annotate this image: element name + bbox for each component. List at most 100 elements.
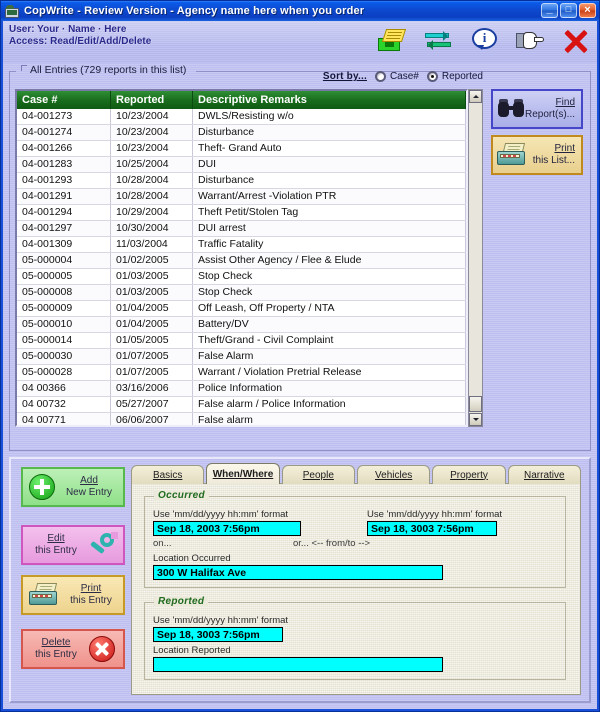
- table-row[interactable]: 04-001293 10/28/2004 Disturbance: [17, 172, 466, 189]
- close-x-icon[interactable]: [561, 25, 591, 57]
- printer-icon: [29, 583, 59, 607]
- cell-remarks: DUI: [192, 156, 466, 173]
- tab-when-where[interactable]: When/Where: [206, 463, 280, 484]
- edit-this-entry-button[interactable]: Edit this Entry: [21, 525, 125, 565]
- tab-strip: Basics When/Where People Vehicles Property Na…: [131, 463, 581, 484]
- table-row[interactable]: 04 00771 06/06/2007 False alarm: [17, 412, 466, 425]
- table-row[interactable]: 04-001283 10/25/2004 DUI: [17, 156, 466, 173]
- entries-table-container[interactable]: Case # Reported Descriptive Remarks 04-0…: [15, 89, 468, 427]
- print-this-entry-button[interactable]: Print this Entry: [21, 575, 125, 615]
- occurred-from-hint: Use 'mm/dd/yyyy hh:mm' format: [153, 509, 289, 520]
- occurred-to-input[interactable]: Sep 18, 3003 7:56pm: [367, 521, 497, 536]
- table-row[interactable]: 04-001309 11/03/2004 Traffic Fatality: [17, 236, 466, 253]
- sort-by-row: Sort by... Case# Reported: [323, 71, 483, 82]
- table-row[interactable]: 04-001273 10/23/2004 DWLS/Resisting w/o: [17, 109, 466, 125]
- table-row[interactable]: 04-001266 10/23/2004 Theft- Grand Auto: [17, 140, 466, 157]
- window-title: CopWrite - Review Version - Agency name …: [24, 5, 365, 17]
- table-row[interactable]: 05-000008 01/03/2005 Stop Check: [17, 284, 466, 301]
- minimize-icon: _: [546, 3, 553, 15]
- reported-datetime-input[interactable]: Sep 18, 3003 7:56pm: [153, 627, 283, 642]
- delete-x-circle-icon: [89, 636, 115, 662]
- cell-case: 04-001294: [17, 204, 111, 221]
- entries-scrollbar[interactable]: [468, 89, 483, 427]
- add-new-entry-button[interactable]: Add New Entry: [21, 467, 125, 507]
- entries-table-body: 04-001273 10/23/2004 DWLS/Resisting w/o 04-…: [17, 109, 466, 425]
- table-row[interactable]: 05-000009 01/04/2005 Off Leash, Off Proper…: [17, 300, 466, 317]
- close-icon: ×: [584, 4, 591, 16]
- cell-remarks: DWLS/Resisting w/o: [192, 109, 466, 125]
- swap-arrows-icon[interactable]: [423, 25, 453, 57]
- find-reports-button[interactable]: Find Report(s)...: [491, 89, 583, 129]
- reported-legend: Reported: [154, 596, 209, 607]
- minimize-button[interactable]: _: [541, 3, 558, 18]
- cell-reported: 10/28/2004: [110, 172, 193, 189]
- table-row[interactable]: 05-000004 01/02/2005 Assist Other Agency /…: [17, 252, 466, 269]
- tab-label: Narrative: [524, 469, 565, 481]
- cell-remarks: Theft- Grand Auto: [192, 140, 466, 157]
- occurred-to-hint: Use 'mm/dd/yyyy hh:mm' format: [367, 509, 503, 520]
- cell-case: 05-000028: [17, 364, 111, 381]
- print-this-list-button[interactable]: Print this List...: [491, 135, 583, 175]
- edit-entry-line2: this Entry: [35, 545, 77, 556]
- plus-circle-icon: [29, 474, 55, 500]
- table-row[interactable]: 05-000005 01/03/2005 Stop Check: [17, 268, 466, 285]
- occurred-or-fromto-label: or... <-- from/to -->: [293, 538, 371, 549]
- cell-remarks: Off Leash, Off Property / NTA: [192, 300, 466, 317]
- tab-basics[interactable]: Basics: [131, 465, 205, 484]
- find-reports-line2: Report(s)...: [524, 109, 575, 120]
- app-header: User: Your · Name · Here Access: Read/Ed…: [1, 21, 599, 63]
- table-row[interactable]: 05-000010 01/04/2005 Battery/DV: [17, 316, 466, 333]
- sort-radio-reported-label: Reported: [441, 71, 483, 82]
- cell-reported: 10/23/2004: [110, 109, 193, 125]
- column-header-reported[interactable]: Reported: [110, 91, 193, 109]
- print-list-line2: this List...: [532, 155, 575, 166]
- tab-property[interactable]: Property: [432, 465, 506, 484]
- occurred-on-label: on...: [153, 538, 172, 549]
- table-row[interactable]: 04 00732 05/27/2007 False alarm / Police I…: [17, 396, 466, 413]
- tab-label: Property: [450, 469, 488, 481]
- sort-radio-case[interactable]: Case#: [374, 71, 419, 82]
- tab-panel-when-where: Occurred Use 'mm/dd/yyyy hh:mm' format S…: [131, 483, 581, 695]
- print-entry-line1: Print: [80, 583, 102, 594]
- sort-radio-reported[interactable]: Reported: [426, 71, 483, 82]
- cell-reported: 01/03/2005: [110, 284, 193, 301]
- detail-panel: Add New Entry Edit this Entry Print this…: [9, 457, 591, 703]
- tab-label: Basics: [152, 469, 183, 481]
- cell-case: 05-000005: [17, 268, 111, 285]
- occurred-from-input[interactable]: Sep 18, 2003 7:56pm: [153, 521, 301, 536]
- location-occurred-input[interactable]: 300 W Halifax Ave: [153, 565, 443, 580]
- table-row[interactable]: 05-000014 01/05/2005 Theft/Grand - Civil C…: [17, 332, 466, 349]
- scroll-down-button[interactable]: [469, 413, 482, 426]
- table-row[interactable]: 05-000028 01/07/2005 Warrant / Violation P…: [17, 364, 466, 381]
- money-order-icon[interactable]: [377, 25, 407, 57]
- tab-vehicles[interactable]: Vehicles: [356, 465, 431, 484]
- cell-remarks: False alarm: [192, 412, 466, 425]
- scrollbar-thumb[interactable]: [469, 396, 482, 412]
- close-button[interactable]: ×: [579, 3, 596, 18]
- info-icon[interactable]: i: [469, 25, 499, 57]
- pointing-hand-icon[interactable]: [515, 25, 545, 57]
- location-reported-input[interactable]: [153, 657, 443, 672]
- printer-icon: [497, 143, 527, 167]
- app-icon: [5, 4, 19, 18]
- table-row[interactable]: 04-001291 10/28/2004 Warrant/Arrest -Viola…: [17, 188, 466, 205]
- cell-remarks: Disturbance: [192, 124, 466, 141]
- table-row[interactable]: 04-001297 10/30/2004 DUI arrest: [17, 220, 466, 237]
- tab-people[interactable]: People: [281, 465, 355, 484]
- delete-entry-line2: this Entry: [35, 649, 77, 660]
- delete-this-entry-button[interactable]: Delete this Entry: [21, 629, 125, 669]
- radio-case-indicator: [374, 71, 386, 82]
- tab-narrative[interactable]: Narrative: [507, 465, 581, 484]
- table-row[interactable]: 04-001294 10/29/2004 Theft Petit/Stolen Ta…: [17, 204, 466, 221]
- cell-case: 04-001266: [17, 140, 111, 157]
- scroll-up-button[interactable]: [469, 90, 482, 103]
- sort-by-label[interactable]: Sort by...: [323, 71, 367, 82]
- maximize-button[interactable]: □: [560, 3, 577, 18]
- edit-entry-line1: Edit: [47, 533, 65, 544]
- table-row[interactable]: 04-001274 10/23/2004 Disturbance: [17, 124, 466, 141]
- column-header-remarks[interactable]: Descriptive Remarks: [192, 91, 466, 109]
- cell-remarks: False Alarm: [192, 348, 466, 365]
- table-row[interactable]: 05-000030 01/07/2005 False Alarm: [17, 348, 466, 365]
- column-header-case[interactable]: Case #: [17, 91, 111, 109]
- table-row[interactable]: 04 00366 03/16/2006 Police Information: [17, 380, 466, 397]
